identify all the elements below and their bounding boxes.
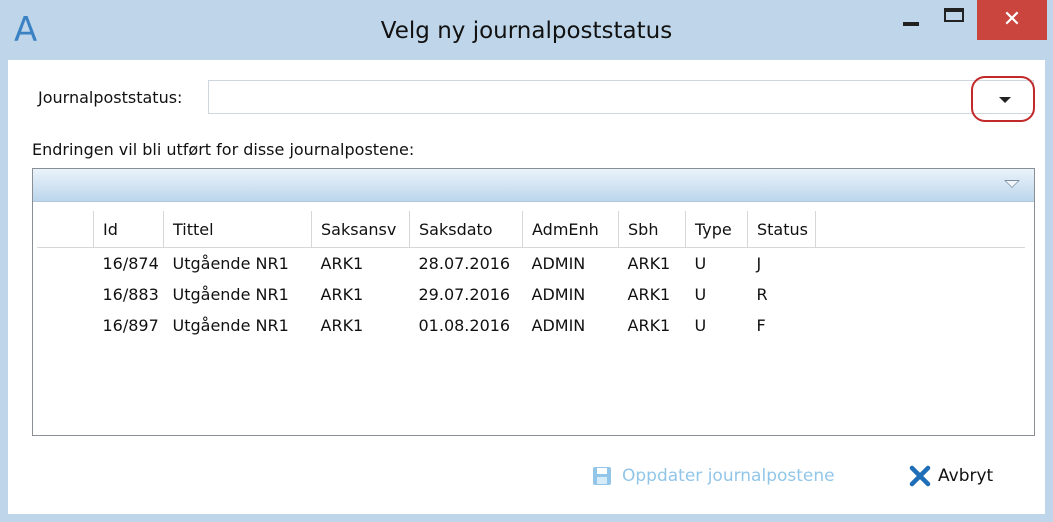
- status-dropdown-button[interactable]: [971, 76, 1035, 122]
- close-icon: ✕: [1002, 7, 1022, 32]
- changes-label: Endringen vil bli utført for disse journ…: [32, 140, 415, 159]
- column-header-id[interactable]: Id: [93, 211, 164, 248]
- cell-status: J: [756, 254, 762, 273]
- minimize-button[interactable]: [903, 22, 919, 26]
- column-header-saksansv[interactable]: Saksansv: [311, 211, 410, 248]
- cancel-button-label: Avbryt: [938, 466, 994, 486]
- cell-saksansv: ARK1: [320, 316, 364, 335]
- save-icon: [593, 467, 611, 485]
- cell-type: U: [694, 254, 707, 273]
- row-indicator: [37, 279, 94, 310]
- header-row: Id Tittel Saksansv Saksdato AdmEnh Sbh T…: [37, 211, 1025, 248]
- journalpost-table: Id Tittel Saksansv Saksdato AdmEnh Sbh T…: [37, 211, 1025, 341]
- chevron-down-icon: [999, 97, 1011, 103]
- cell-saksdato: 01.08.2016: [418, 316, 511, 335]
- cell-tittel: Utgående NR1: [172, 285, 289, 304]
- journalpost-grid[interactable]: Id Tittel Saksansv Saksdato AdmEnh Sbh T…: [32, 168, 1035, 436]
- column-header-tittel[interactable]: Tittel: [163, 211, 312, 248]
- close-button[interactable]: ✕: [977, 0, 1047, 40]
- cell-type: U: [694, 316, 707, 335]
- group-panel[interactable]: [33, 169, 1034, 202]
- row-indicator: [37, 310, 94, 341]
- cell-admenh: ADMIN: [531, 316, 586, 335]
- cell-tittel: Utgående NR1: [172, 316, 289, 335]
- cell-id: 16/897: [102, 316, 159, 335]
- cell-tittel: Utgående NR1: [172, 254, 289, 273]
- title-bar[interactable]: A Velg ny journalpoststatus ✕: [0, 0, 1053, 60]
- cell-sbh: ARK1: [627, 254, 671, 273]
- status-label: Journalpoststatus:: [38, 88, 183, 107]
- cell-status: R: [756, 285, 768, 304]
- status-combobox[interactable]: [208, 80, 1034, 114]
- table-row[interactable]: 16/883 Utgående NR1 ARK1 29.07.2016 ADMI…: [37, 279, 1025, 310]
- cell-filler: [816, 310, 1026, 341]
- column-header-saksdato[interactable]: Saksdato: [409, 211, 523, 248]
- cell-sbh: ARK1: [627, 285, 671, 304]
- dialog-content: Journalpoststatus: Endringen vil bli utf…: [8, 60, 1045, 514]
- update-button-label: Oppdater journalpostene: [622, 466, 835, 486]
- cell-id: 16/874: [102, 254, 159, 273]
- table-row[interactable]: 16/897 Utgående NR1 ARK1 01.08.2016 ADMI…: [37, 310, 1025, 341]
- cell-admenh: ADMIN: [531, 285, 586, 304]
- cell-saksdato: 28.07.2016: [418, 254, 511, 273]
- x-icon: [909, 465, 931, 487]
- column-header-filler: [815, 211, 1025, 248]
- cell-filler: [816, 248, 1026, 280]
- cell-saksansv: ARK1: [320, 254, 364, 273]
- window-title: Velg ny journalpoststatus: [380, 18, 673, 44]
- expand-toggle-inner: [1006, 181, 1018, 187]
- cell-sbh: ARK1: [627, 316, 671, 335]
- column-header-admenh[interactable]: AdmEnh: [522, 211, 619, 248]
- cell-saksdato: 29.07.2016: [418, 285, 511, 304]
- cell-status: F: [756, 316, 766, 335]
- cell-filler: [816, 279, 1026, 310]
- row-indicator: [37, 248, 94, 280]
- cell-admenh: ADMIN: [531, 254, 586, 273]
- maximize-button[interactable]: [944, 8, 964, 22]
- column-header-status[interactable]: Status: [747, 211, 816, 248]
- dialog-window: A Velg ny journalpoststatus ✕ Journalpos…: [0, 0, 1053, 522]
- column-header-sbh[interactable]: Sbh: [618, 211, 686, 248]
- cell-type: U: [694, 285, 707, 304]
- table-row[interactable]: 16/874 Utgående NR1 ARK1 28.07.2016 ADMI…: [37, 248, 1025, 280]
- cell-saksansv: ARK1: [320, 285, 364, 304]
- header-indicator: [37, 211, 94, 248]
- column-header-type[interactable]: Type: [685, 211, 748, 248]
- cell-id: 16/883: [102, 285, 159, 304]
